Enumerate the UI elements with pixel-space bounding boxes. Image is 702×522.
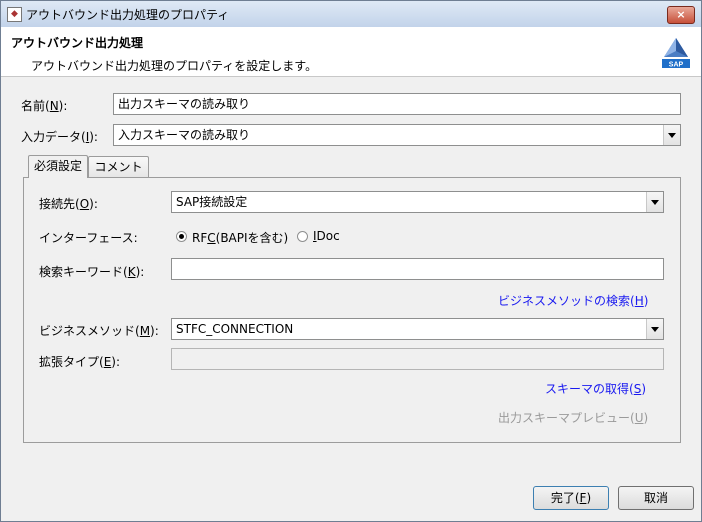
input-data-value: 入力スキーマの読み取り — [118, 128, 251, 142]
tab-comment[interactable]: コメント — [88, 156, 149, 178]
chevron-down-icon[interactable] — [646, 319, 663, 339]
business-method-select[interactable]: STFC_CONNECTION — [171, 318, 664, 340]
close-button[interactable]: × — [667, 6, 695, 24]
finish-button[interactable]: 完了(F) — [533, 486, 609, 510]
title-bar[interactable]: ◆ アウトバウンド出力処理のプロパティ × — [1, 1, 701, 27]
tab-required-settings[interactable]: 必須設定 — [28, 155, 88, 178]
sap-logo-icon: SAP — [662, 38, 690, 69]
extension-type-field — [171, 348, 664, 370]
idoc-radio-label[interactable]: IDoc — [313, 229, 340, 243]
get-schema-link[interactable]: スキーマの取得(S) — [545, 380, 646, 397]
output-schema-preview-link: 出力スキーマプレビュー(U) — [498, 411, 649, 425]
name-label: 名前(N): — [21, 99, 68, 113]
business-method-value: STFC_CONNECTION — [176, 322, 294, 336]
properties-dialog: ◆ アウトバウンド出力処理のプロパティ × アウトバウンド出力処理 アウトバウン… — [0, 0, 702, 522]
idoc-radio[interactable] — [297, 231, 308, 242]
input-data-label: 入力データ(I): — [21, 130, 98, 144]
dialog-header: アウトバウンド出力処理 アウトバウンド出力処理のプロパティを設定します。 SAP — [1, 27, 701, 77]
connection-select[interactable]: SAP接続設定 — [171, 191, 664, 213]
rfc-radio-label[interactable]: RFC(BAPIを含む) — [192, 229, 288, 246]
interface-label: インターフェース: — [39, 231, 138, 245]
sap-logo-text: SAP — [669, 62, 684, 69]
search-keyword-label: 検索キーワード(K): — [39, 265, 145, 279]
chevron-down-icon[interactable] — [646, 192, 663, 212]
rfc-radio[interactable] — [176, 231, 187, 242]
tab-panel — [23, 177, 681, 443]
extension-type-label: 拡張タイプ(E): — [39, 355, 121, 369]
input-data-select[interactable]: 入力スキーマの読み取り — [113, 124, 681, 146]
connection-value: SAP接続設定 — [176, 195, 248, 209]
business-method-label: ビジネスメソッド(M): — [39, 324, 159, 338]
app-icon: ◆ — [7, 7, 22, 22]
search-business-method-link[interactable]: ビジネスメソッドの検索(H) — [498, 292, 648, 309]
chevron-down-icon[interactable] — [663, 125, 680, 145]
header-title: アウトバウンド出力処理 — [11, 36, 144, 50]
connection-label: 接続先(O): — [39, 197, 98, 211]
name-field[interactable]: 出力スキーマの読み取り — [113, 93, 681, 115]
window-title: アウトバウンド出力処理のプロパティ — [26, 8, 230, 22]
header-description: アウトバウンド出力処理のプロパティを設定します。 — [31, 59, 318, 73]
search-keyword-input[interactable] — [171, 258, 664, 280]
cancel-button[interactable]: 取消 — [618, 486, 694, 510]
